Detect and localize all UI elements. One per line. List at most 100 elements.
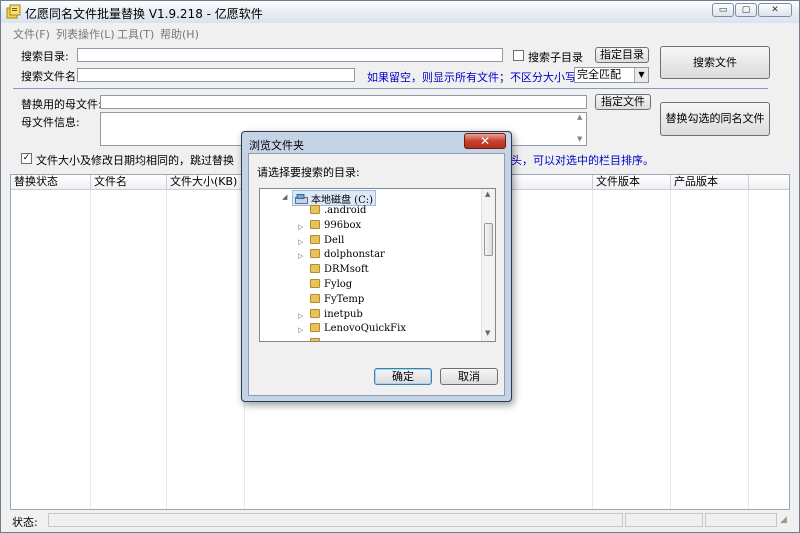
column-header-size[interactable]: 文件大小(KB) (167, 175, 245, 190)
parent-file-label: 替换用的母文件: (21, 98, 102, 111)
folder-icon (310, 293, 320, 303)
drive-icon (295, 194, 308, 204)
folder-name: LenovoQuickFix (324, 323, 406, 335)
folder-icon (310, 264, 320, 274)
skip-same-label: 文件大小及修改日期均相同的，跳过替换 (36, 154, 234, 167)
folder-tree-item[interactable]: .android (310, 205, 366, 219)
menu-tools[interactable]: 工具(T) (117, 26, 154, 42)
tree-scrollbar[interactable]: ▲ ▼ (481, 189, 495, 341)
dialog-prompt: 请选择要搜索的目录: (257, 166, 360, 179)
subdir-checkbox[interactable] (513, 50, 524, 61)
choose-file-button[interactable]: 指定文件 (595, 94, 651, 110)
scroll-down-icon[interactable]: ▼ (485, 329, 490, 337)
minimize-button[interactable]: ▭ (712, 3, 734, 17)
folder-tree-item[interactable]: inetpub (310, 308, 363, 323)
close-button[interactable]: ✕ (758, 3, 792, 17)
folder-tree-item[interactable]: dolphonstar (310, 249, 385, 263)
expand-arrow-icon[interactable]: ▷ (298, 312, 303, 320)
folder-tree-item[interactable]: DRMsoft (310, 264, 369, 278)
expanded-arrow-icon[interactable]: ◢ (282, 193, 287, 201)
app-icon (6, 4, 21, 19)
folder-icon (310, 338, 320, 341)
status-panel (625, 513, 703, 527)
dialog-body: 请选择要搜索的目录: ◢ 本地磁盘 (C:) .android ▷ 996box ▷ D… (248, 153, 505, 396)
folder-icon (310, 323, 320, 333)
column-header-file-version[interactable]: 文件版本 (593, 175, 671, 190)
dialog-cancel-button[interactable]: 取消 (440, 368, 498, 385)
folder-icon (310, 219, 320, 229)
expand-arrow-icon[interactable]: ▷ (298, 252, 303, 260)
column-line (670, 190, 671, 509)
chevron-down-icon: ▼ (634, 68, 648, 82)
folder-icon (310, 234, 320, 244)
folder-name: DRMsoft (324, 264, 369, 276)
folder-tree-item[interactable]: Dell (310, 234, 345, 249)
replace-checked-button[interactable]: 替换勾选的同名文件 (660, 102, 770, 136)
column-header-product-version[interactable]: 产品版本 (671, 175, 749, 190)
folder-name: 996box (324, 219, 362, 231)
menu-list-ops[interactable]: 列表操作(L) (56, 26, 115, 42)
expand-arrow-icon[interactable]: ▷ (298, 223, 303, 231)
scroll-up-icon[interactable]: ▲ (577, 113, 582, 121)
folder-name: Fylog (324, 279, 353, 290)
main-window: 亿愿同名文件批量替换 V1.9.218 - 亿愿软件 ▭ ▢ ✕ 文件(F) 列… (0, 0, 800, 533)
column-header-col8[interactable] (749, 175, 789, 190)
column-header-filename[interactable]: 文件名 (91, 175, 167, 190)
section-divider (13, 88, 768, 89)
choose-dir-button[interactable]: 指定目录 (595, 47, 649, 63)
column-line (592, 190, 593, 509)
status-bar: 状态: ◢ (10, 513, 790, 529)
folder-tree-item[interactable]: Fylog (310, 279, 352, 293)
status-panel (48, 513, 623, 527)
parent-info-label: 母文件信息: (21, 116, 80, 129)
dialog-close-button[interactable]: ✕ (464, 133, 506, 149)
resize-grip-icon[interactable]: ◢ (780, 515, 787, 525)
search-name-input[interactable] (77, 68, 355, 82)
tree-root-drive[interactable]: 本地磁盘 (C:) (292, 190, 377, 206)
folder-icon (310, 308, 320, 318)
menu-help[interactable]: 帮助(H) (160, 26, 199, 42)
window-title: 亿愿同名文件批量替换 V1.9.218 - 亿愿软件 (25, 7, 263, 21)
folder-name: Dell (324, 234, 345, 246)
folder-name: inetpub (324, 308, 363, 320)
folder-tree-item[interactable]: LenovoQuickFix (310, 323, 406, 337)
column-line (748, 190, 749, 509)
search-name-label: 搜索文件名: (21, 70, 80, 83)
column-header-status[interactable]: 替换状态 (11, 175, 91, 190)
folder-icon (310, 205, 320, 214)
folder-icon (310, 249, 320, 259)
expand-arrow-icon[interactable]: ▷ (298, 238, 303, 246)
column-line (166, 190, 167, 509)
menu-bar: 文件(F) 列表操作(L) 工具(T) 帮助(H) (1, 23, 799, 41)
search-dir-label: 搜索目录: (21, 50, 69, 63)
scroll-up-icon[interactable]: ▲ (485, 190, 490, 198)
parent-file-input[interactable] (100, 95, 587, 109)
search-name-hint: 如果留空，则显示所有文件；不区分大小写 (367, 71, 576, 84)
scroll-down-icon[interactable]: ▼ (577, 135, 582, 143)
dialog-ok-button[interactable]: 确定 (374, 368, 432, 385)
search-files-button[interactable]: 搜索文件 (660, 46, 770, 79)
sort-hint: 头，可以对选中的栏目排序。 (511, 154, 654, 167)
folder-tree-item[interactable]: FyTemp (310, 293, 365, 308)
folder-tree-item[interactable] (310, 338, 324, 341)
browse-folder-dialog: 浏览文件夹 ✕ 请选择要搜索的目录: ◢ 本地磁盘 (C:) .android ▷… (241, 131, 512, 402)
menu-file[interactable]: 文件(F) (13, 26, 50, 42)
folder-tree-item[interactable]: 996box (310, 219, 362, 234)
column-line (90, 190, 91, 509)
folder-name: dolphonstar (324, 249, 385, 261)
title-bar[interactable]: 亿愿同名文件批量替换 V1.9.218 - 亿愿软件 ▭ ▢ ✕ (1, 1, 799, 23)
folder-icon (310, 279, 320, 288)
scrollbar-thumb[interactable] (484, 223, 493, 256)
match-mode-select[interactable]: 完全匹配 ▼ (574, 67, 649, 83)
skip-same-checkbox[interactable]: ✓ (21, 153, 32, 164)
status-panel (705, 513, 777, 527)
search-dir-input[interactable] (77, 48, 503, 62)
folder-tree[interactable]: ◢ 本地磁盘 (C:) .android ▷ 996box ▷ Dell ▷ dolphon… (259, 188, 496, 342)
maximize-button[interactable]: ▢ (735, 3, 757, 17)
folder-name: .android (324, 205, 367, 216)
folder-name: FyTemp (324, 293, 365, 305)
status-label: 状态: (12, 516, 38, 529)
subdir-label: 搜索子目录 (528, 51, 583, 64)
dialog-title: 浏览文件夹 (249, 139, 304, 152)
expand-arrow-icon[interactable]: ▷ (298, 326, 303, 334)
